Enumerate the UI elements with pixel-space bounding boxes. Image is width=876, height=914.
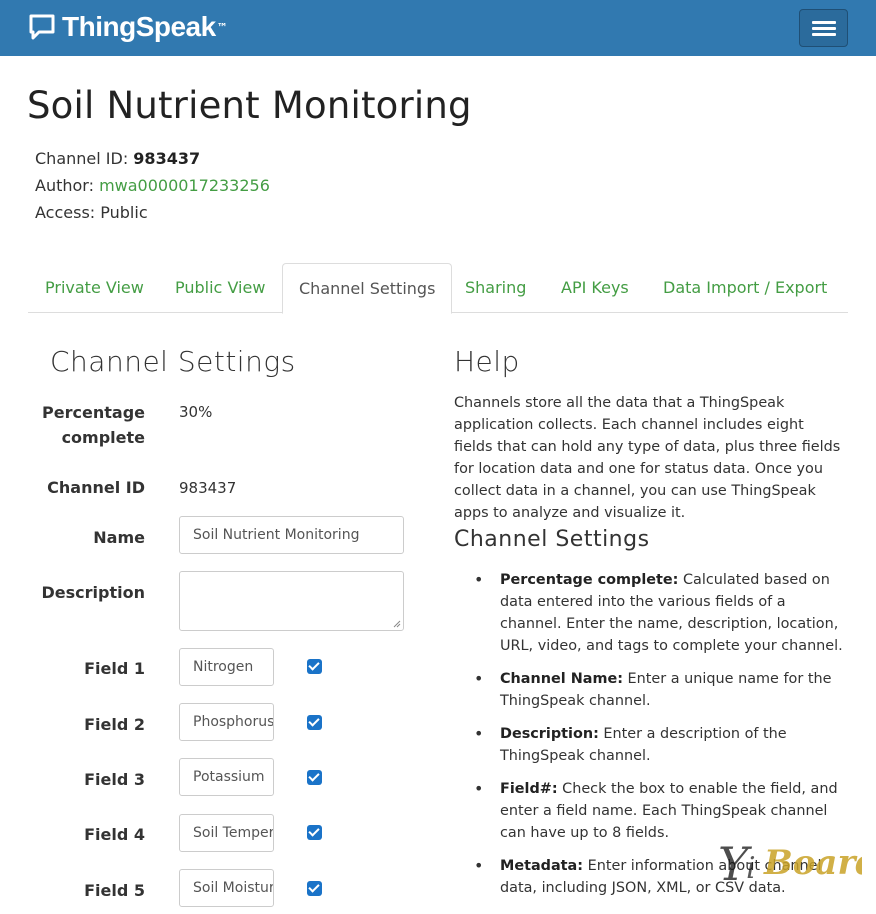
field-5-checkbox[interactable] [307, 881, 322, 896]
help-intro: Channels store all the data that a Thing… [454, 395, 841, 521]
channel-id-value: 983437 [179, 479, 237, 497]
help-term: Percentage complete: [500, 572, 679, 588]
channel-tabs: Private View Public View Channel Setting… [28, 263, 848, 314]
field-1-checkbox[interactable] [307, 659, 322, 674]
percentage-label-line1: Percentage [42, 403, 145, 422]
tab-private-view[interactable]: Private View [29, 263, 160, 313]
field-3-checkbox[interactable] [307, 770, 322, 785]
tab-data-import-export[interactable]: Data Import / Export [647, 263, 843, 313]
field-2-input-value: Phosphorus [193, 714, 274, 730]
field-2-label: Field 2 [84, 715, 145, 734]
list-item: Description: Enter a description of the … [470, 723, 845, 767]
channel-name-input-value: Soil Nutrient Monitoring [193, 527, 360, 543]
percentage-label: Percentage complete [30, 400, 145, 450]
field-1-input[interactable]: Nitrogen [179, 648, 274, 686]
svg-text:Board: Board [763, 843, 862, 883]
hamburger-icon-bar [812, 33, 836, 36]
channel-id-meta: Channel ID: 983437 [35, 149, 200, 168]
top-navbar: ThingSpeak ™ [0, 0, 876, 56]
list-item: Percentage complete: Calculated based on… [470, 569, 845, 657]
field-1-label: Field 1 [84, 659, 145, 678]
field-4-checkbox[interactable] [307, 825, 322, 840]
hamburger-icon-bar [812, 27, 836, 30]
help-title: Help [454, 345, 520, 378]
speech-bubble-icon [29, 14, 55, 40]
watermark-logo: Y i Board [718, 837, 862, 891]
author-meta-label: Author: [35, 176, 94, 195]
percentage-value: 30% [179, 403, 213, 421]
brand-name: ThingSpeak [62, 11, 216, 42]
field-3-input-value: Potassium [193, 769, 265, 785]
channel-id-label: Channel ID [47, 478, 145, 497]
hamburger-icon [812, 21, 836, 24]
help-term: Field#: [500, 781, 558, 797]
help-term: Channel Name: [500, 671, 623, 687]
field-3-label: Field 3 [84, 770, 145, 789]
help-term: Description: [500, 726, 599, 742]
field-1-input-value: Nitrogen [193, 659, 254, 675]
name-label: Name [93, 528, 145, 547]
percentage-label-line2: complete [61, 428, 145, 447]
help-term: Metadata: [500, 858, 584, 874]
channel-id-meta-value: 983437 [133, 149, 201, 168]
description-textarea[interactable] [179, 571, 404, 631]
field-3-input[interactable]: Potassium [179, 758, 274, 796]
field-5-label: Field 5 [84, 881, 145, 900]
tab-sharing[interactable]: Sharing [449, 263, 542, 313]
resize-grip-icon[interactable] [393, 620, 401, 628]
access-meta-value: Public [100, 203, 148, 222]
field-5-input-value: Soil Moisture [193, 880, 274, 896]
tab-public-view[interactable]: Public View [159, 263, 281, 313]
author-meta: Author: mwa0000017233256 [35, 176, 270, 195]
page-title: Soil Nutrient Monitoring [27, 84, 472, 127]
brand-logo[interactable]: ThingSpeak ™ [28, 10, 228, 44]
field-5-input[interactable]: Soil Moisture [179, 869, 274, 907]
menu-toggle-button[interactable] [799, 9, 848, 47]
field-4-input[interactable]: Soil Temperature [179, 814, 274, 852]
channel-id-meta-label: Channel ID: [35, 149, 129, 168]
field-2-checkbox[interactable] [307, 715, 322, 730]
access-meta: Access: Public [35, 203, 148, 222]
help-subtitle: Channel Settings [454, 527, 650, 552]
settings-section-title: Channel Settings [50, 345, 296, 378]
tab-channel-settings[interactable]: Channel Settings [282, 263, 453, 314]
channel-name-input[interactable]: Soil Nutrient Monitoring [179, 516, 404, 554]
description-label: Description [41, 583, 145, 602]
author-link[interactable]: mwa0000017233256 [99, 176, 270, 195]
field-4-label: Field 4 [84, 825, 145, 844]
access-meta-label: Access: [35, 203, 96, 222]
list-item: Channel Name: Enter a unique name for th… [470, 668, 845, 712]
field-4-input-value: Soil Temperature [193, 825, 274, 841]
tab-api-keys[interactable]: API Keys [545, 263, 645, 313]
svg-text:i: i [746, 851, 756, 886]
brand-trademark: ™ [216, 20, 228, 34]
field-2-input[interactable]: Phosphorus [179, 703, 274, 741]
